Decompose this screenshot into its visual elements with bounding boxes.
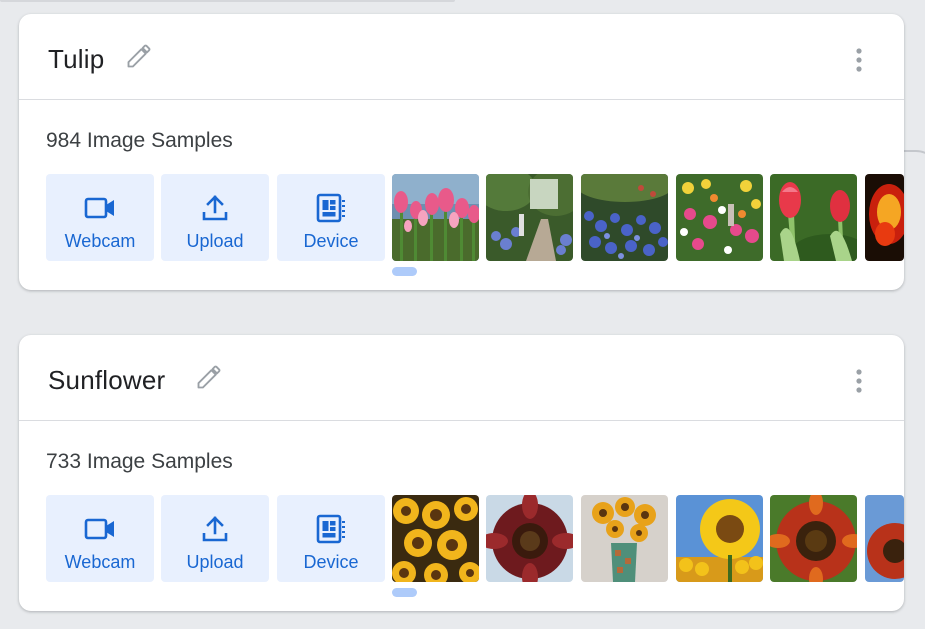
device-button[interactable]: Device (277, 495, 385, 582)
garden-path-image (486, 174, 573, 261)
more-vert-icon[interactable] (848, 368, 870, 394)
upload-icon (202, 195, 228, 221)
image-sample[interactable] (392, 174, 479, 261)
image-sample[interactable] (392, 495, 479, 582)
webcam-label: Webcam (64, 231, 136, 251)
flower-garden-image (676, 174, 763, 261)
webcam-button[interactable]: Webcam (46, 174, 154, 261)
upload-icon (202, 516, 228, 542)
image-sample[interactable] (770, 495, 857, 582)
image-sample[interactable] (865, 495, 904, 582)
dark-sunflower-image (486, 495, 573, 582)
scroll-indicator[interactable] (392, 267, 417, 276)
image-sample[interactable] (770, 174, 857, 261)
samples-count: 733 Image Samples (46, 450, 233, 473)
webcam-button[interactable]: Webcam (46, 495, 154, 582)
samples-count: 984 Image Samples (46, 129, 233, 152)
videocam-icon (84, 197, 114, 219)
class-name[interactable]: Sunflower (48, 365, 165, 396)
videocam-icon (84, 518, 114, 540)
device-label: Device (303, 552, 359, 572)
orange-flower-image (865, 174, 904, 261)
upload-button[interactable]: Upload (161, 495, 269, 582)
image-sample[interactable] (486, 495, 573, 582)
device-icon (316, 514, 345, 544)
class-card-sunflower: Sunflower 733 Image Samples Webcam Uploa… (19, 335, 904, 611)
red-tulips-image (770, 174, 857, 261)
scroll-indicator[interactable] (392, 588, 417, 597)
image-sample[interactable] (581, 174, 668, 261)
card-header: Tulip (19, 14, 904, 100)
more-vert-icon[interactable] (848, 47, 870, 73)
upload-button[interactable]: Upload (161, 174, 269, 261)
image-sample[interactable] (865, 174, 904, 261)
device-icon (316, 193, 345, 223)
class-card-tulip: Tulip 984 Image Samples Webcam Upload De… (19, 14, 904, 290)
upload-label: Upload (186, 552, 244, 572)
webcam-label: Webcam (64, 552, 136, 572)
sunflower-bunch-image (392, 495, 479, 582)
sunflower-sky-image (676, 495, 763, 582)
image-sample[interactable] (581, 495, 668, 582)
class-name[interactable]: Tulip (48, 44, 104, 75)
device-label: Device (303, 231, 359, 251)
image-sample[interactable] (676, 495, 763, 582)
image-sample[interactable] (486, 174, 573, 261)
pencil-icon[interactable] (195, 363, 223, 391)
tulips-field-image (392, 174, 479, 261)
blue-flowers-image (581, 174, 668, 261)
red-sunflower-image (770, 495, 857, 582)
previous-card-edge (0, 0, 455, 2)
card-header: Sunflower (19, 335, 904, 421)
upload-label: Upload (186, 231, 244, 251)
sunflower-partial-image (865, 495, 904, 582)
sunflowers-vase-image (581, 495, 668, 582)
device-button[interactable]: Device (277, 174, 385, 261)
image-sample[interactable] (676, 174, 763, 261)
pencil-icon[interactable] (125, 42, 153, 70)
